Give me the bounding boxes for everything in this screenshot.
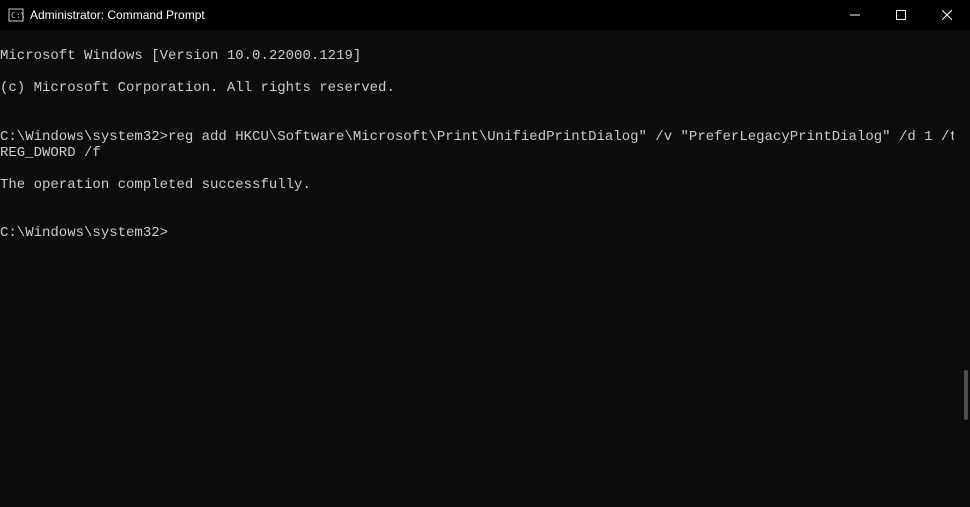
command-prompt-window: C:\ Administrator: Command Prompt [0, 0, 970, 507]
close-button[interactable] [924, 0, 970, 30]
prompt-line: C:\Windows\system32> [0, 225, 970, 241]
scrollbar[interactable] [954, 30, 970, 507]
scrollbar-thumb[interactable] [964, 370, 968, 420]
command-line: C:\Windows\system32>reg add HKCU\Softwar… [0, 129, 970, 161]
maximize-button[interactable] [878, 0, 924, 30]
output-line: The operation completed successfully. [0, 177, 970, 193]
output-line: Microsoft Windows [Version 10.0.22000.12… [0, 48, 970, 64]
cursor [168, 225, 176, 241]
cmd-icon: C:\ [8, 7, 24, 23]
window-title: Administrator: Command Prompt [30, 8, 205, 22]
terminal-output[interactable]: Microsoft Windows [Version 10.0.22000.12… [0, 30, 970, 507]
svg-text:C:\: C:\ [11, 11, 24, 20]
window-controls [832, 0, 970, 30]
output-line: (c) Microsoft Corporation. All rights re… [0, 80, 970, 96]
titlebar[interactable]: C:\ Administrator: Command Prompt [0, 0, 970, 30]
minimize-button[interactable] [832, 0, 878, 30]
prompt-text: C:\Windows\system32> [0, 225, 168, 241]
titlebar-left: C:\ Administrator: Command Prompt [0, 7, 205, 23]
